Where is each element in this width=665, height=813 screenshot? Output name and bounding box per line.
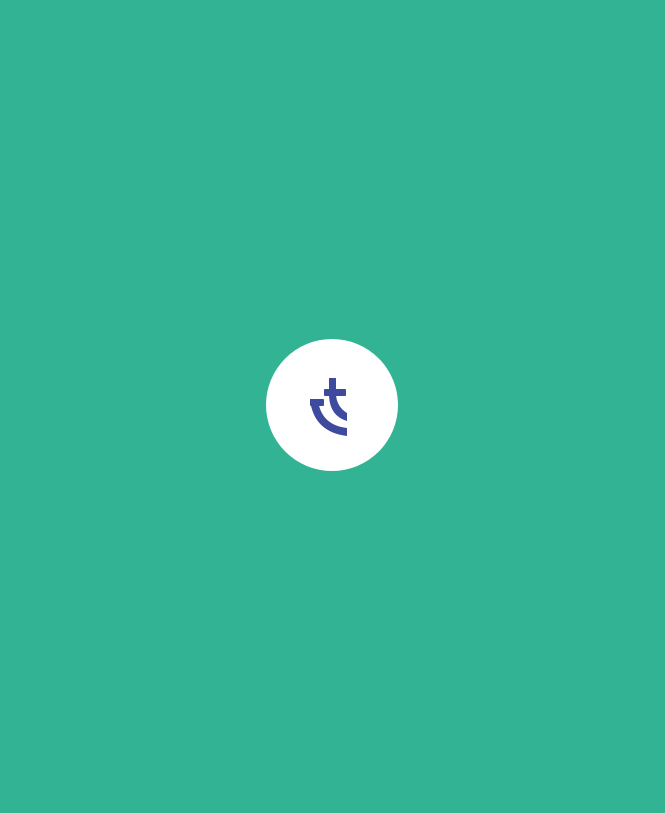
logo-badge	[266, 339, 398, 471]
app-logo-icon	[310, 378, 347, 436]
splash-screen	[0, 0, 665, 813]
